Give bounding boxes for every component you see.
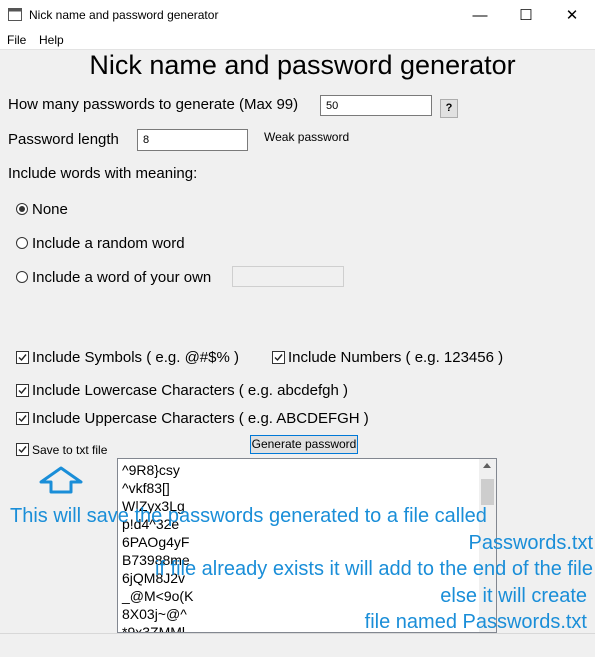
radio-random-word-label: Include a random word: [32, 235, 185, 252]
radio-random-word[interactable]: [16, 237, 28, 249]
lowercase-label: Include Lowercase Characters ( e.g. abcd…: [32, 382, 349, 399]
help-button[interactable]: ?: [440, 99, 458, 118]
check-icon: [18, 387, 27, 395]
close-icon: ✕: [565, 7, 579, 24]
lowercase-checkbox[interactable]: [16, 384, 29, 397]
app-icon: [8, 8, 22, 21]
check-icon: [18, 446, 27, 454]
radio-none-label: None: [32, 201, 68, 218]
menu-file[interactable]: File: [7, 33, 26, 47]
list-item[interactable]: _@M<9o(K: [122, 588, 193, 604]
title-bar: Nick name and password generator — ☐ ✕: [0, 0, 595, 30]
strength-label: Weak password: [264, 130, 350, 144]
menu-help[interactable]: Help: [39, 33, 64, 47]
list-item[interactable]: ^9R8}csy: [122, 462, 180, 478]
close-button[interactable]: ✕: [549, 0, 595, 30]
save-checkbox[interactable]: [16, 443, 29, 456]
check-icon: [18, 354, 27, 362]
list-item[interactable]: 8X03j~@^: [122, 606, 187, 622]
radio-own-word[interactable]: [16, 271, 28, 283]
length-label: Password length: [8, 131, 119, 148]
symbols-label: Include Symbols ( e.g. @#$% ): [32, 349, 239, 366]
radio-own-word-label: Include a word of your own: [32, 269, 212, 286]
uppercase-label: Include Uppercase Characters ( e.g. ABCD…: [32, 410, 369, 427]
scroll-up-icon[interactable]: [483, 463, 491, 468]
words-label: Include words with meaning:: [8, 165, 198, 182]
minimize-button[interactable]: —: [457, 0, 503, 30]
numbers-label: Include Numbers ( e.g. 123456 ): [288, 349, 504, 366]
own-word-input[interactable]: [232, 266, 344, 287]
menu-bar: File Help: [0, 30, 595, 50]
symbols-checkbox[interactable]: [16, 351, 29, 364]
radio-none[interactable]: [16, 203, 28, 215]
check-icon: [274, 354, 283, 362]
length-input[interactable]: 8: [137, 129, 248, 151]
numbers-checkbox[interactable]: [272, 351, 285, 364]
up-arrow-icon: [39, 466, 83, 494]
annotation-line-1: This will save the passwords generated t…: [10, 505, 487, 527]
annotation-line-2: Passwords.txt: [468, 532, 593, 554]
maximize-icon: ☐: [519, 7, 533, 24]
scroll-thumb[interactable]: [481, 479, 494, 505]
annotation-line-5: file named Passwords.txt: [364, 611, 587, 633]
window-title: Nick name and password generator: [29, 8, 219, 22]
list-item[interactable]: *9x3ZMMl: [122, 624, 185, 632]
uppercase-checkbox[interactable]: [16, 412, 29, 425]
count-label: How many passwords to generate (Max 99): [8, 96, 299, 113]
generate-button[interactable]: Generate password: [250, 435, 358, 454]
list-item[interactable]: ^vkf83[]: [122, 480, 170, 496]
count-input[interactable]: 50: [320, 95, 432, 116]
minimize-icon: —: [472, 6, 488, 24]
maximize-button[interactable]: ☐: [503, 0, 549, 30]
page-title: Nick name and password generator: [89, 50, 516, 80]
annotation-line-3: if file already exists it will add to th…: [154, 558, 593, 580]
status-bar: [0, 633, 595, 657]
annotation-line-4: else it will create: [440, 585, 587, 607]
list-item[interactable]: 6PAOg4yF: [122, 534, 189, 550]
save-label: Save to txt file: [32, 443, 108, 457]
check-icon: [18, 415, 27, 423]
